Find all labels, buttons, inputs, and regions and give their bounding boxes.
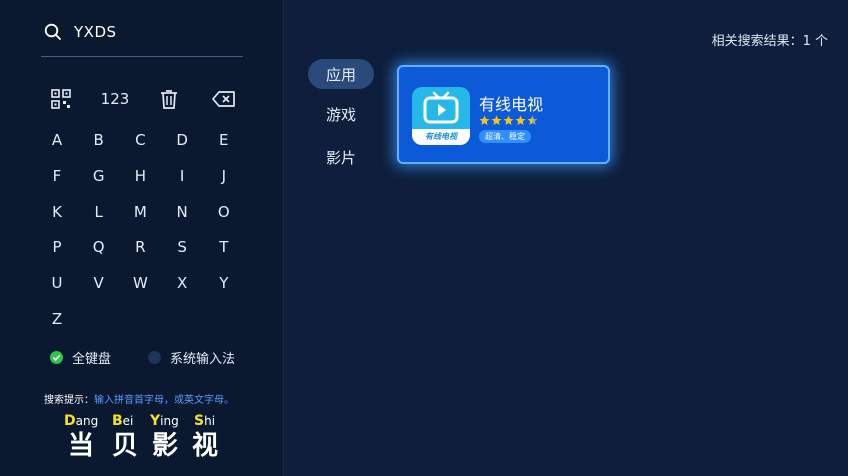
key-c[interactable]: C (119, 122, 161, 158)
app-result-card[interactable]: 有线电视 有线电视 超清、稳定 (397, 65, 610, 164)
rating-stars (479, 115, 539, 127)
key-o[interactable]: O (203, 194, 245, 230)
key-a[interactable]: A (36, 122, 78, 158)
search-query: YXDS (74, 23, 117, 41)
tv-icon (423, 91, 459, 124)
tab-movies[interactable]: 影片 (308, 142, 374, 172)
key-e[interactable]: E (203, 122, 245, 158)
tab-apps[interactable]: 应用 (308, 59, 374, 89)
search-underline (41, 56, 243, 57)
key-s[interactable]: S (161, 229, 203, 265)
key-v[interactable]: V (78, 265, 120, 301)
brand-char: Shi 视 (192, 413, 219, 461)
key-h[interactable]: H (119, 158, 161, 194)
star-icon (503, 115, 514, 125)
key-x[interactable]: X (161, 265, 203, 301)
key-z[interactable]: Z (36, 301, 78, 337)
keyboard-panel: YXDS 123 A B C D E F G H I J K L M N O P… (0, 0, 284, 476)
star-icon (527, 115, 538, 125)
star-icon (491, 115, 502, 125)
trash-icon (161, 90, 177, 109)
brand-char: Dang 当 (64, 413, 99, 461)
app-name: 有线电视 (479, 95, 544, 114)
search-icon (44, 23, 61, 40)
key-f[interactable]: F (36, 158, 78, 194)
full-keyboard-option[interactable]: 全键盘 (50, 346, 111, 368)
key-n[interactable]: N (161, 194, 203, 230)
star-icon (515, 115, 526, 125)
key-j[interactable]: J (203, 158, 245, 194)
search-tip-label: 搜索提示： (44, 395, 94, 406)
app-icon-caption: 有线电视 (412, 129, 470, 145)
brand-char: Ying 影 (150, 413, 179, 461)
key-y[interactable]: Y (203, 265, 245, 301)
result-count: 相关搜索结果：1 个 (711, 34, 828, 49)
unchecked-radio-icon (148, 350, 161, 364)
app-icon: 有线电视 (412, 87, 470, 145)
search-tip: 搜索提示：输入拼音首字母，或英文字母。 (44, 391, 284, 406)
key-w[interactable]: W (119, 265, 161, 301)
key-d[interactable]: D (161, 122, 203, 158)
key-q[interactable]: Q (78, 229, 120, 265)
key-l[interactable]: L (78, 194, 120, 230)
key-p[interactable]: P (36, 229, 78, 265)
backspace-button[interactable] (203, 84, 245, 114)
backspace-icon (212, 91, 235, 107)
tab-games[interactable]: 游戏 (308, 99, 374, 129)
keyboard-tool-row: 123 (40, 84, 250, 114)
search-box[interactable]: YXDS (44, 18, 244, 46)
key-r[interactable]: R (119, 229, 161, 265)
system-input-label: 系统输入法 (170, 351, 236, 367)
checked-radio-icon (50, 350, 63, 364)
key-u[interactable]: U (36, 265, 78, 301)
star-icon (479, 115, 490, 125)
full-keyboard-label: 全键盘 (72, 351, 112, 367)
key-i[interactable]: I (161, 158, 203, 194)
key-b[interactable]: B (78, 122, 120, 158)
key-t[interactable]: T (203, 229, 245, 265)
qr-code-icon (51, 89, 71, 109)
clear-button[interactable] (148, 84, 190, 114)
key-m[interactable]: M (119, 194, 161, 230)
keyboard-mode-options: 全键盘 系统输入法 (50, 346, 270, 368)
numeric-keyboard-button[interactable]: 123 (94, 84, 136, 114)
system-input-option[interactable]: 系统输入法 (148, 346, 235, 368)
key-g[interactable]: G (78, 158, 120, 194)
app-tag: 超清、稳定 (479, 130, 531, 143)
key-k[interactable]: K (36, 194, 78, 230)
brand-logo: Dang 当 Bei 贝 Ying 影 Shi 视 (62, 412, 232, 468)
qr-code-button[interactable] (40, 84, 82, 114)
search-tip-text: 输入拼音首字母，或英文字母。 (94, 395, 234, 406)
